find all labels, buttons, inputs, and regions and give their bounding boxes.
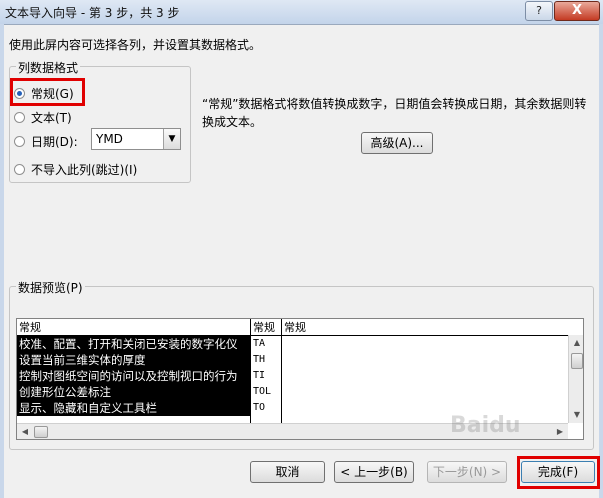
preview-vertical-scrollbar[interactable]: ▲ ▼ — [568, 335, 583, 423]
chevron-down-icon[interactable]: ▼ — [163, 129, 180, 149]
scroll-left-icon[interactable]: ◀ — [17, 424, 33, 439]
radio-text[interactable]: 文本(T) — [14, 109, 72, 126]
preview-cell-code: TO — [253, 402, 266, 413]
preview-header-col3[interactable]: 常规 — [281, 319, 306, 335]
preview-cell-code: TA — [253, 338, 266, 349]
radio-date[interactable]: 日期(D): — [14, 133, 78, 150]
radio-skip-indicator[interactable] — [14, 164, 25, 175]
highlight-general-option — [10, 78, 85, 106]
radio-skip-label[interactable]: 不导入此列(跳过)(I) — [31, 161, 137, 178]
help-button[interactable]: ? — [525, 1, 553, 21]
preview-cell-desc: 显示、隐藏和自定义工具栏 — [17, 400, 250, 416]
scroll-right-icon[interactable]: ▶ — [552, 424, 568, 439]
window-border-left — [0, 24, 4, 498]
advanced-button[interactable]: 高级(A)... — [361, 132, 433, 154]
preview-header-row: 常规 常规 常规 — [17, 319, 568, 336]
preview-cell-desc: 控制对图纸空间的访问以及控制视口的行为 — [17, 368, 250, 384]
column-divider[interactable] — [281, 336, 282, 423]
scroll-up-icon[interactable]: ▲ — [569, 335, 583, 351]
cancel-button[interactable]: 取消 — [250, 461, 325, 483]
preview-cell-desc: 设置当前三维实体的厚度 — [17, 352, 250, 368]
preview-cell-desc: 创建形位公差标注 — [17, 384, 250, 400]
back-button[interactable]: < 上一步(B) — [334, 461, 414, 483]
window-border-right — [599, 24, 603, 498]
radio-skip[interactable]: 不导入此列(跳过)(I) — [14, 161, 137, 178]
watermark: Baidu — [450, 413, 521, 438]
radio-text-label[interactable]: 文本(T) — [31, 109, 72, 126]
radio-text-indicator[interactable] — [14, 112, 25, 123]
date-format-select[interactable]: YMD ▼ — [91, 128, 181, 150]
format-description: “常规”数据格式将数值转换成数字，日期值会转换成日期，其余数据则转换成文本。 — [202, 97, 587, 129]
data-preview-legend: 数据预览(P) — [16, 279, 85, 296]
column-format-legend: 列数据格式 — [16, 59, 81, 76]
title-bar: 文本导入向导 - 第 3 步，共 3 步 ? X — [0, 0, 603, 25]
date-format-value: YMD — [96, 132, 123, 146]
scroll-down-icon[interactable]: ▼ — [569, 407, 583, 423]
highlight-finish-button — [517, 456, 600, 489]
vertical-scroll-thumb[interactable] — [571, 353, 583, 369]
next-button[interactable]: 下一步(N) > — [427, 461, 507, 483]
preview-header-col2[interactable]: 常规 — [250, 319, 283, 335]
instruction-text: 使用此屏内容可选择各列，并设置其数据格式。 — [9, 38, 262, 52]
close-button[interactable]: X — [554, 1, 600, 21]
column-divider[interactable] — [250, 336, 251, 423]
radio-date-label[interactable]: 日期(D): — [31, 133, 78, 150]
radio-date-indicator[interactable] — [14, 136, 25, 147]
preview-cell-code: TOL — [253, 386, 272, 397]
horizontal-scroll-thumb[interactable] — [34, 426, 48, 438]
preview-cell-code: TH — [253, 354, 266, 365]
preview-cell-desc: 校准、配置、打开和关闭已安装的数字化仪 — [17, 336, 250, 352]
window-title: 文本导入向导 - 第 3 步，共 3 步 — [5, 6, 180, 20]
preview-cell-code: TI — [253, 370, 266, 381]
preview-header-col1[interactable]: 常规 — [17, 319, 252, 335]
